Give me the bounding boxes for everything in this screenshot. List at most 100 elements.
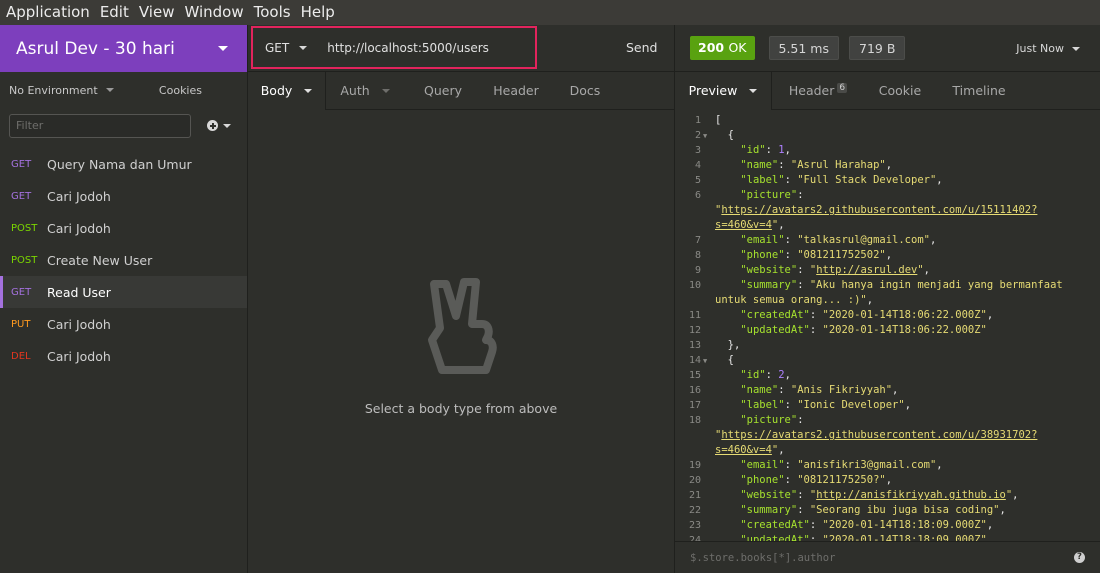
code-text: "picture": xyxy=(715,413,803,428)
line-number: 18 xyxy=(688,415,701,426)
url-input[interactable]: http://localhost:5000/users xyxy=(327,41,489,55)
help-icon[interactable]: ? xyxy=(1074,552,1085,563)
sidebar-request-item[interactable]: GET Read User xyxy=(0,276,247,308)
sidebar-request-item[interactable]: PUT Cari Jodoh xyxy=(0,308,247,340)
sidebar-request-item[interactable]: POST Create New User xyxy=(0,244,247,276)
menu-application[interactable]: Application xyxy=(2,0,94,25)
tab-preview[interactable]: Preview xyxy=(675,71,772,110)
request-list: GET Query Nama dan Umur GET Cari Jodoh POST C… xyxy=(0,148,247,372)
history-dropdown[interactable]: Just Now xyxy=(1016,42,1080,55)
tab-query-label: Query xyxy=(424,83,462,98)
fold-arrow-icon[interactable]: ▼ xyxy=(703,129,707,144)
code-line: 18 "picture": xyxy=(675,413,1100,428)
code-token: , xyxy=(778,219,785,231)
code-token: , xyxy=(986,519,994,531)
tab-header[interactable]: Header xyxy=(482,72,550,110)
response-json-viewer[interactable]: 1[2 ▼ {3 "id": 1, 4 "name": "Asrul Harahap… xyxy=(675,113,1100,541)
menu-view[interactable]: View xyxy=(135,0,179,25)
menu-help[interactable]: Help xyxy=(297,0,339,25)
menu-edit[interactable]: Edit xyxy=(96,0,133,25)
line-number: 13 xyxy=(688,340,701,351)
code-token: "id" xyxy=(740,369,766,381)
code-line: 8 "phone": "081211752502", xyxy=(675,248,1100,263)
peace-hand-icon xyxy=(428,278,497,374)
code-line: 14 ▼ { xyxy=(675,353,1100,368)
menu-tools[interactable]: Tools xyxy=(250,0,295,25)
url-bar: GET http://localhost:5000/users Send xyxy=(248,25,674,72)
tab-cookie[interactable]: Cookie xyxy=(864,72,936,110)
tab-docs-label: Docs xyxy=(569,83,601,98)
fold-arrow-icon[interactable]: ▼ xyxy=(703,354,707,369)
code-text: "https://avatars2.githubusercontent.com/… xyxy=(715,428,1037,443)
code-line: 1[ xyxy=(675,113,1100,128)
code-line: 2 ▼ { xyxy=(675,128,1100,143)
request-pane: GET http://localhost:5000/users Send Bod… xyxy=(248,25,675,573)
code-text: "createdAt": "2020-01-14T18:06:22.000Z", xyxy=(715,308,993,323)
empty-state-text: Select a body type from above xyxy=(364,401,558,416)
line-number: 21 xyxy=(688,490,701,501)
request-method-label: GET xyxy=(11,190,32,202)
environment-dropdown[interactable]: No Environment xyxy=(9,84,114,97)
tab-auth[interactable]: Auth xyxy=(326,72,404,110)
plus-circle-icon xyxy=(207,120,218,131)
response-pane: 200 OK 5.51 ms 719 B Just Now Preview He… xyxy=(675,25,1100,573)
code-token: : xyxy=(765,144,779,156)
code-token[interactable]: https://avatars2.githubusercontent.com/u… xyxy=(721,204,1037,216)
code-token: : xyxy=(784,234,798,246)
code-token: "name" xyxy=(740,384,779,396)
sidebar-request-item[interactable]: POST Cari Jodoh xyxy=(0,212,247,244)
code-token: "Aku hanya ingin menjadi yang bermanfaat xyxy=(809,279,1063,291)
line-number: 10 xyxy=(688,280,701,291)
code-line: 21 "website": "http://anisfikriyyah.gith… xyxy=(675,488,1100,503)
sidebar-request-item[interactable]: GET Query Nama dan Umur xyxy=(0,148,247,180)
line-number: 22 xyxy=(688,505,701,516)
code-token[interactable]: https://avatars2.githubusercontent.com/u… xyxy=(721,429,1037,441)
method-dropdown[interactable]: GET xyxy=(265,41,308,55)
code-token[interactable]: http://anisfikriyyah.github.io xyxy=(816,489,1006,501)
code-token[interactable]: s=460&v=4 xyxy=(715,219,772,231)
code-token[interactable]: s=460&v=4 xyxy=(715,444,772,456)
code-token[interactable]: http://asrul.dev xyxy=(816,264,917,276)
code-token: "picture" xyxy=(740,189,798,201)
json-filter-input[interactable]: $.store.books[*].author xyxy=(690,552,835,564)
code-token: : xyxy=(809,519,823,531)
tab-query[interactable]: Query xyxy=(404,72,482,110)
code-line: s=460&v=4", xyxy=(675,443,1100,458)
sidebar-request-item[interactable]: DEL Cari Jodoh xyxy=(0,340,247,372)
tab-body[interactable]: Body xyxy=(248,71,326,110)
code-text: "name": "Asrul Harahap", xyxy=(715,158,892,173)
code-token: [ xyxy=(715,114,722,126)
status-text: OK xyxy=(728,40,747,55)
code-token: "createdAt" xyxy=(740,519,810,531)
code-token: "phone" xyxy=(740,474,785,486)
code-line: 12 "updatedAt": "2020-01-14T18:06:22.000… xyxy=(675,323,1100,338)
tab-docs[interactable]: Docs xyxy=(550,72,620,110)
status-code: 200 xyxy=(698,40,725,55)
code-text: "updatedAt": "2020-01-14T18:06:22.000Z" xyxy=(715,323,987,338)
code-text: "website": "http://asrul.dev", xyxy=(715,263,930,278)
code-text: [ xyxy=(715,113,721,128)
menu-window[interactable]: Window xyxy=(180,0,247,25)
code-text: "phone": "081211752502", xyxy=(715,248,892,263)
code-line: s=460&v=4", xyxy=(675,218,1100,233)
request-name: Query Nama dan Umur xyxy=(47,156,192,172)
tab-cookie-label: Cookie xyxy=(878,83,922,98)
response-tabs: Preview Header 6 Cookie Timeline xyxy=(675,71,1100,110)
add-request-button[interactable] xyxy=(207,120,231,131)
request-body-empty: Select a body type from above xyxy=(248,110,674,573)
cookies-button[interactable]: Cookies xyxy=(159,84,202,97)
tab-response-header[interactable]: Header 6 xyxy=(772,72,864,110)
sidebar-request-item[interactable]: GET Cari Jodoh xyxy=(0,180,247,212)
request-name: Create New User xyxy=(47,252,153,268)
send-button[interactable]: Send xyxy=(626,40,657,55)
tab-body-label: Body xyxy=(260,83,293,98)
tab-timeline[interactable]: Timeline xyxy=(936,72,1022,110)
code-line: "https://avatars2.githubusercontent.com/… xyxy=(675,203,1100,218)
filter-input[interactable] xyxy=(9,113,191,138)
tab-timeline-label: Timeline xyxy=(952,83,1006,98)
workspace-dropdown[interactable]: Asrul Dev - 30 hari xyxy=(0,25,247,72)
